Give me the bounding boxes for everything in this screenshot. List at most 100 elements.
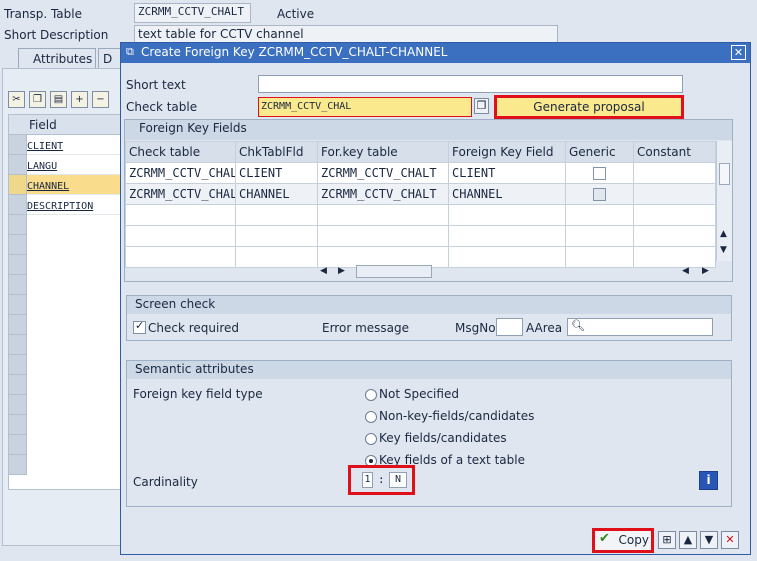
short-text-label: Short text [126, 78, 186, 92]
semantic-attributes-title: Semantic attributes [127, 361, 731, 379]
field-row-channel[interactable]: CHANNEL [27, 175, 133, 195]
cell-generic [565, 183, 634, 205]
col-generic: Generic [565, 141, 634, 163]
dialog-title: Create Foreign Key ZCRMM_CCTV_CHALT-CHAN… [141, 45, 448, 59]
col-check-table: Check table [125, 141, 236, 163]
value-help-icon[interactable]: ❐ [474, 98, 489, 114]
scroll-left-icon[interactable]: ◀ [320, 266, 327, 276]
copy-label: Copy [618, 533, 649, 547]
table-row [125, 225, 716, 247]
tab-attributes[interactable]: Attributes [18, 48, 96, 70]
cardinality-left-input[interactable]: 1 [362, 472, 373, 488]
semantic-attributes-section: Semantic attributes Foreign key field ty… [126, 360, 732, 507]
transp-table-label: Transp. Table [4, 7, 82, 21]
table-row: ZCRMM_CCTV_CHAL CLIENT ZCRMM_CCTV_CHALT … [125, 162, 716, 184]
copy-button[interactable]: ✔ Copy [592, 528, 654, 553]
field-name: CHANNEL [27, 181, 70, 192]
window-icon: ⧉ [126, 45, 134, 58]
row-selector [9, 315, 27, 335]
check-required-checkbox[interactable]: ✓ [133, 319, 146, 334]
scroll-right-icon[interactable]: ▶ [702, 266, 709, 276]
cell-for-key-table: ZCRMM_CCTV_CHALT [317, 162, 449, 184]
cell-foreign-key-field: CLIENT [448, 162, 566, 184]
copy-icon[interactable]: ❐ [29, 91, 46, 108]
fk-table-header: Check table ChkTablFld For.key table For… [125, 141, 716, 163]
info-icon[interactable]: i [699, 471, 718, 490]
generic-checkbox[interactable] [593, 188, 606, 201]
scroll-right-icon[interactable]: ▶ [338, 266, 345, 276]
field-row-client[interactable]: CLIENT [27, 135, 133, 155]
radio-label: Not Specified [379, 387, 459, 401]
row-selector [9, 255, 27, 275]
cell-chktablfld: CLIENT [235, 162, 318, 184]
create-foreign-key-dialog: ⧉ Create Foreign Key ZCRMM_CCTV_CHALT-CH… [120, 42, 751, 555]
short-text-input[interactable] [258, 75, 683, 93]
checkmark-icon: ✔ [599, 531, 610, 546]
cardinality-separator: : [378, 473, 385, 486]
col-foreign-key-field: Foreign Key Field [448, 141, 566, 163]
close-icon[interactable]: ✕ [731, 45, 746, 60]
row-selector[interactable] [9, 195, 27, 215]
delete-row-icon[interactable]: − [92, 91, 109, 108]
field-list: Field CLIENT LANGU CHANNEL DESCRIPTION [8, 114, 133, 490]
cell-generic [565, 162, 634, 184]
row-selector [9, 235, 27, 255]
cell-constant-input[interactable] [633, 183, 716, 205]
cell-for-key-table: ZCRMM_CCTV_CHALT [317, 183, 449, 205]
cut-icon[interactable]: ✂ [8, 91, 25, 108]
row-selector [9, 435, 27, 455]
aarea-input[interactable]: 🔍︎ [567, 318, 713, 336]
paste-icon[interactable]: ▤ [50, 91, 67, 108]
scroll-up-icon[interactable]: ▲ [720, 229, 727, 239]
check-required-label: Check required [148, 321, 240, 335]
screen-check-title: Screen check [127, 296, 731, 314]
scroll-thumb[interactable] [719, 163, 730, 185]
cell-constant-input[interactable] [633, 162, 716, 184]
field-name: LANGU [27, 161, 58, 172]
row-selector [9, 415, 27, 435]
horizontal-scroll-thumb[interactable] [356, 265, 432, 278]
field-row-langu[interactable]: LANGU [27, 155, 133, 175]
short-description-label: Short Description [4, 28, 109, 42]
cell-check-table: ZCRMM_CCTV_CHAL [125, 162, 236, 184]
hierarchy-icon[interactable]: ⊞ [658, 531, 676, 549]
scroll-down-icon[interactable]: ▼ [720, 245, 727, 255]
generate-proposal-button[interactable]: Generate proposal [494, 95, 684, 119]
insert-row-icon[interactable]: + [71, 91, 88, 108]
screen-check-section: Screen check ✓ Check required Error mess… [126, 295, 732, 341]
radio-key-fields[interactable] [365, 433, 377, 445]
msgno-input[interactable] [496, 318, 523, 336]
row-selector[interactable] [9, 155, 27, 175]
fk-field-type-label: Foreign key field type [133, 387, 263, 401]
cancel-icon[interactable]: ✕ [721, 531, 739, 549]
move-down-icon[interactable]: ▼ [700, 531, 718, 549]
fk-fields-table: Check table ChkTablFld For.key table For… [125, 141, 716, 268]
radio-not-specified[interactable] [365, 389, 377, 401]
row-selector [9, 395, 27, 415]
vertical-scrollbar[interactable]: ▲ ▼ [716, 141, 732, 261]
aarea-label: AArea [526, 321, 563, 335]
radio-label: Key fields/candidates [379, 431, 507, 445]
radio-non-key-fields[interactable] [365, 411, 377, 423]
field-name: CLIENT [27, 141, 64, 152]
check-table-input[interactable]: ZCRMM_CCTV_CHAL [258, 97, 472, 117]
scroll-left-icon[interactable]: ◀ [682, 266, 689, 276]
generic-checkbox[interactable] [593, 167, 606, 180]
cardinality-right-input[interactable]: N [389, 472, 407, 488]
row-selector [9, 375, 27, 395]
check-table-label: Check table [126, 100, 198, 114]
col-chktablfld: ChkTablFld [235, 141, 318, 163]
field-header-label: Field [29, 118, 57, 132]
row-selector[interactable] [9, 175, 27, 195]
field-row-description[interactable]: DESCRIPTION [27, 195, 133, 215]
row-selector [9, 335, 27, 355]
row-selector[interactable] [9, 135, 27, 155]
field-name: DESCRIPTION [27, 201, 94, 212]
move-up-icon[interactable]: ▲ [679, 531, 697, 549]
transp-table-value: ZCRMM_CCTV_CHALT [134, 3, 251, 23]
row-selector [9, 455, 27, 475]
msgno-label: MsgNo [455, 321, 496, 335]
cell-check-table: ZCRMM_CCTV_CHAL [125, 183, 236, 205]
cell-chktablfld: CHANNEL [235, 183, 318, 205]
cardinality-label: Cardinality [133, 475, 198, 489]
